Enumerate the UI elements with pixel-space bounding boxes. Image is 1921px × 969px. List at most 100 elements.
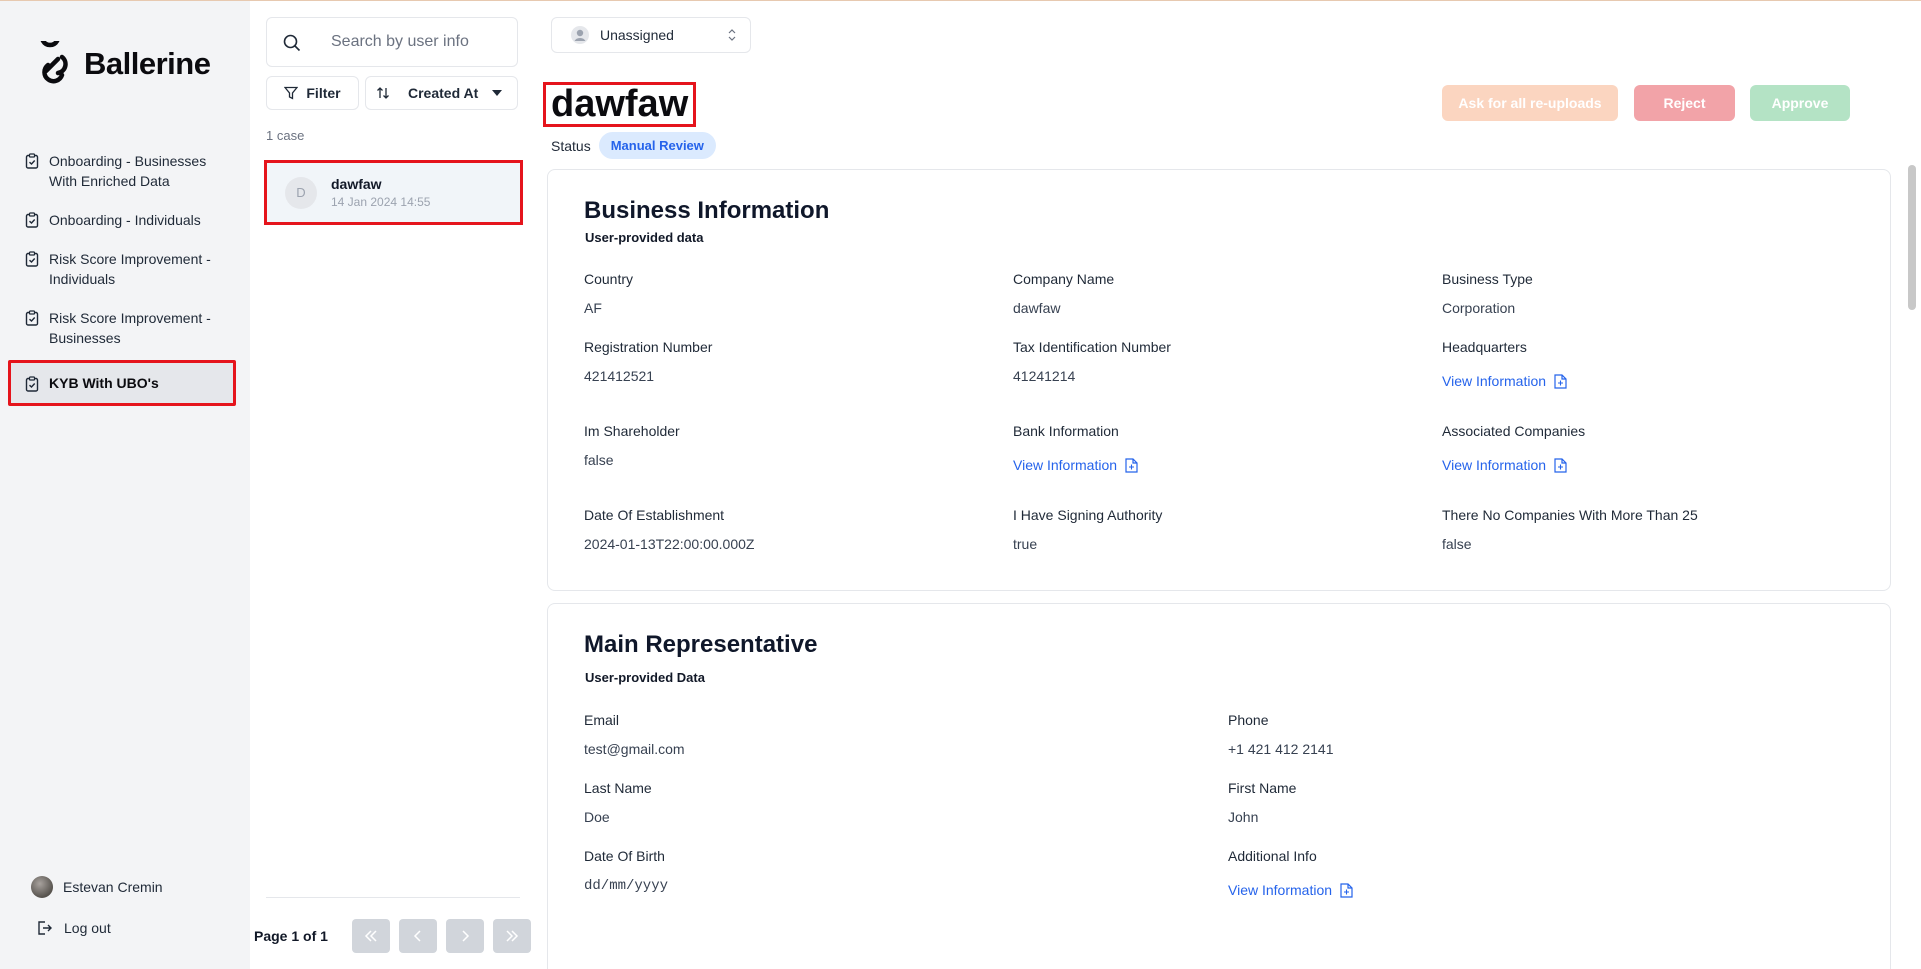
field-label: Bank Information [1013, 423, 1119, 439]
search-input[interactable] [331, 33, 501, 51]
sidebar-nav: Onboarding - Businesses With Enriched Da… [8, 144, 236, 411]
field-date-of-birth: Date Of Birth dd/mm/yyyy [584, 848, 668, 894]
sidebar: Ballerine Onboarding - Businesses With E… [0, 1, 250, 969]
field-label: Phone [1228, 712, 1269, 728]
double-chevron-right-icon [506, 930, 519, 942]
field-value: true [1013, 536, 1038, 552]
clipboard-check-icon [25, 212, 39, 228]
chevron-up-down-icon [728, 29, 736, 41]
page-title: dawfaw [543, 82, 697, 127]
field-label: Last Name [584, 780, 652, 796]
sidebar-item-risk-businesses[interactable]: Risk Score Improvement - Businesses [8, 301, 236, 355]
field-label: Associated Companies [1442, 423, 1586, 439]
field-no-companies-25: There No Companies With More Than 25 fal… [1442, 507, 1698, 552]
filter-button[interactable]: Filter [266, 76, 359, 110]
field-label: Registration Number [584, 339, 713, 355]
sidebar-item-onboarding-individuals[interactable]: Onboarding - Individuals [8, 203, 236, 237]
field-first-name: First Name John [1228, 780, 1296, 825]
double-chevron-left-icon [364, 930, 377, 942]
view-information-link[interactable]: View Information [1442, 373, 1567, 389]
sidebar-item-label: Risk Score Improvement - Businesses [49, 310, 211, 346]
main-representative-card: Main Representative User-provided Data E… [547, 603, 1891, 969]
field-im-shareholder: Im Shareholder false [584, 423, 680, 468]
field-value: false [1442, 536, 1472, 552]
field-value: dawfaw [1013, 300, 1061, 316]
assignee-value: Unassigned [600, 27, 674, 43]
sort-button[interactable]: Created At [365, 76, 518, 110]
document-icon [1554, 457, 1567, 473]
case-name: dawfaw [331, 176, 382, 192]
search-box[interactable] [266, 17, 518, 67]
field-value: false [584, 452, 614, 468]
field-label: Date Of Establishment [584, 507, 725, 523]
assignee-select[interactable]: Unassigned [551, 17, 751, 53]
clipboard-check-icon [25, 376, 39, 392]
field-value: 421412521 [584, 368, 655, 384]
field-label: There No Companies With More Than 25 [1442, 507, 1698, 523]
field-label: First Name [1228, 780, 1297, 796]
clipboard-check-icon [25, 310, 39, 326]
field-label: Additional Info [1228, 848, 1317, 864]
last-page-button[interactable] [493, 919, 531, 953]
ask-reuploads-button[interactable]: Ask for all re-uploads [1442, 85, 1618, 121]
field-value: 41241214 [1013, 368, 1076, 384]
field-tax-id: Tax Identification Number 41241214 [1013, 339, 1171, 384]
field-label: Business Type [1442, 271, 1533, 287]
status-label: Status [551, 137, 591, 154]
section-subtitle: User-provided data [585, 230, 704, 245]
clipboard-check-icon [25, 153, 39, 169]
view-information-link[interactable]: View Information [1013, 457, 1138, 473]
next-page-button[interactable] [446, 919, 484, 953]
divider [266, 897, 520, 898]
case-date: 14 Jan 2024 14:55 [331, 195, 431, 209]
view-information-link[interactable]: View Information [1442, 457, 1585, 473]
case-list-item[interactable]: D dawfaw 14 Jan 2024 14:55 [264, 160, 523, 225]
page-indicator: Page 1 of 1 [254, 928, 328, 944]
reject-button[interactable]: Reject [1634, 85, 1735, 121]
scrollbar-thumb[interactable] [1908, 165, 1916, 310]
field-business-type: Business Type Corporation [1442, 271, 1533, 316]
date-of-birth-input[interactable]: dd/mm/yyyy [584, 878, 668, 894]
user-profile[interactable]: Estevan Cremin [31, 876, 163, 898]
filter-label: Filter [306, 85, 341, 101]
sort-arrows-icon [377, 87, 389, 99]
field-date-of-establishment: Date Of Establishment 2024-01-13T22:00:0… [584, 507, 754, 552]
view-information-link[interactable]: View Information [1228, 882, 1353, 898]
link-text: View Information [1442, 457, 1547, 473]
field-label: Email [584, 712, 620, 728]
approve-button[interactable]: Approve [1750, 85, 1850, 121]
field-value: AF [584, 300, 602, 316]
field-value: +1 421 412 2141 [1228, 741, 1334, 757]
field-phone: Phone +1 421 412 2141 [1228, 712, 1334, 757]
field-value: Doe [584, 809, 610, 825]
field-email: Email test@gmail.com [584, 712, 685, 757]
sidebar-item-onboarding-businesses[interactable]: Onboarding - Businesses With Enriched Da… [8, 144, 236, 198]
business-information-card: Business Information User-provided data … [547, 169, 1891, 591]
prev-page-button[interactable] [399, 919, 437, 953]
clipboard-check-icon [25, 251, 39, 267]
sidebar-item-kyb-ubos[interactable]: KYB With UBO's [8, 360, 236, 406]
sidebar-item-risk-individuals[interactable]: Risk Score Improvement - Individuals [8, 242, 236, 296]
field-value: John [1228, 809, 1259, 825]
logo[interactable]: Ballerine [36, 41, 211, 87]
section-title: Business Information [584, 197, 830, 224]
field-value: Corporation [1442, 300, 1516, 316]
ballerine-logo-icon [40, 41, 68, 84]
case-list-panel: Filter Created At 1 case D dawfaw 14 Jan… [250, 1, 531, 969]
caret-down-icon [492, 90, 503, 96]
field-label: Headquarters [1442, 339, 1527, 355]
document-icon [1340, 882, 1353, 898]
search-icon [283, 34, 301, 52]
app-name: Ballerine [84, 46, 211, 81]
first-page-button[interactable] [352, 919, 390, 953]
user-circle-icon [571, 26, 589, 44]
status-badge: Manual Review [598, 132, 716, 159]
case-avatar: D [285, 176, 317, 209]
logout-button[interactable]: Log out [36, 920, 111, 936]
section-subtitle: User-provided Data [585, 670, 705, 685]
field-value: 2024-01-13T22:00:00.000Z [584, 536, 755, 552]
field-company-name: Company Name dawfaw [1013, 271, 1114, 316]
section-title: Main Representative [584, 631, 818, 658]
link-text: View Information [1442, 373, 1547, 389]
document-icon [1554, 373, 1567, 389]
